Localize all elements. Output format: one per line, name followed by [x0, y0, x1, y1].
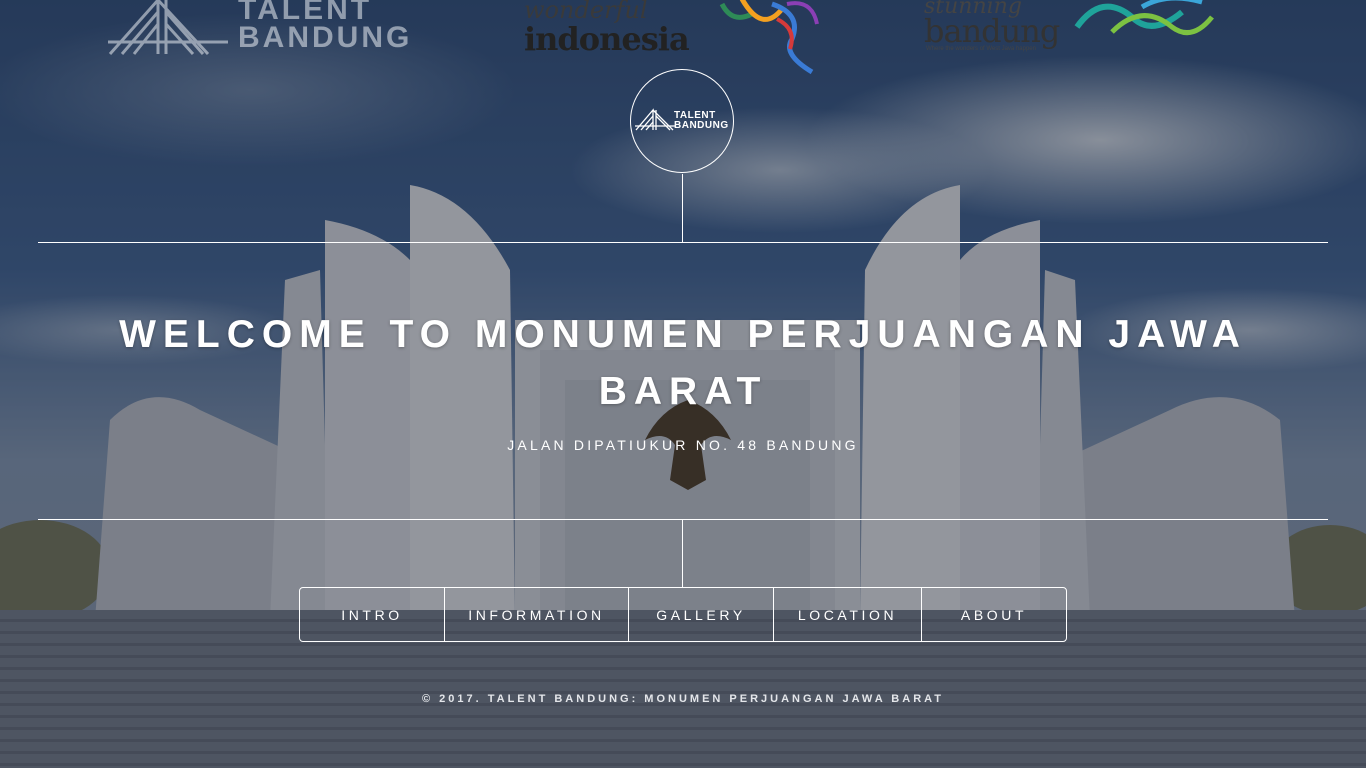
nav-gallery[interactable]: GALLERY [629, 588, 774, 641]
address-text: Jalan Dipatiukur No. 48 Bandung [507, 437, 859, 453]
nav-about[interactable]: ABOUT [922, 588, 1066, 641]
swirl-icon [1074, 0, 1214, 36]
footer-copyright: © 2017. TALENT BANDUNG: MONUMEN PERJUANG… [422, 693, 944, 705]
bridge-logo-icon [635, 108, 675, 131]
divider-bottom [38, 519, 1328, 520]
page-title: WELCOME TO MONUMEN PERJUANGAN JAWA BARAT [119, 313, 1247, 413]
emblem-line2: BANDUNG [674, 120, 729, 131]
wonderful-indonesia-logo: wonderful indonesia [522, 0, 832, 79]
connector-line-bottom [682, 520, 683, 587]
talent-bandung-partner-logo: TALENT BANDUNG [108, 0, 438, 62]
bridge-logo-icon [108, 0, 228, 56]
garuda-bird-icon [719, 0, 819, 75]
connector-line-top [682, 174, 683, 242]
indonesia-text: indonesia [524, 20, 690, 58]
stunning-bandung-logo: stunning bandung Where the wonders of We… [922, 0, 1222, 62]
partner-talent-line2: BANDUNG [238, 21, 413, 54]
nav-information[interactable]: INFORMATION [445, 588, 629, 641]
nav-intro[interactable]: INTRO [300, 588, 445, 641]
divider-top [38, 242, 1328, 243]
main-nav: INTRO INFORMATION GALLERY LOCATION ABOUT [299, 587, 1067, 642]
stunning-tagline: Where the wonders of West Java happen [926, 46, 1036, 52]
nav-location[interactable]: LOCATION [774, 588, 922, 641]
bandung-text: bandung [924, 12, 1060, 50]
talent-bandung-emblem: TALENT BANDUNG [630, 69, 734, 173]
